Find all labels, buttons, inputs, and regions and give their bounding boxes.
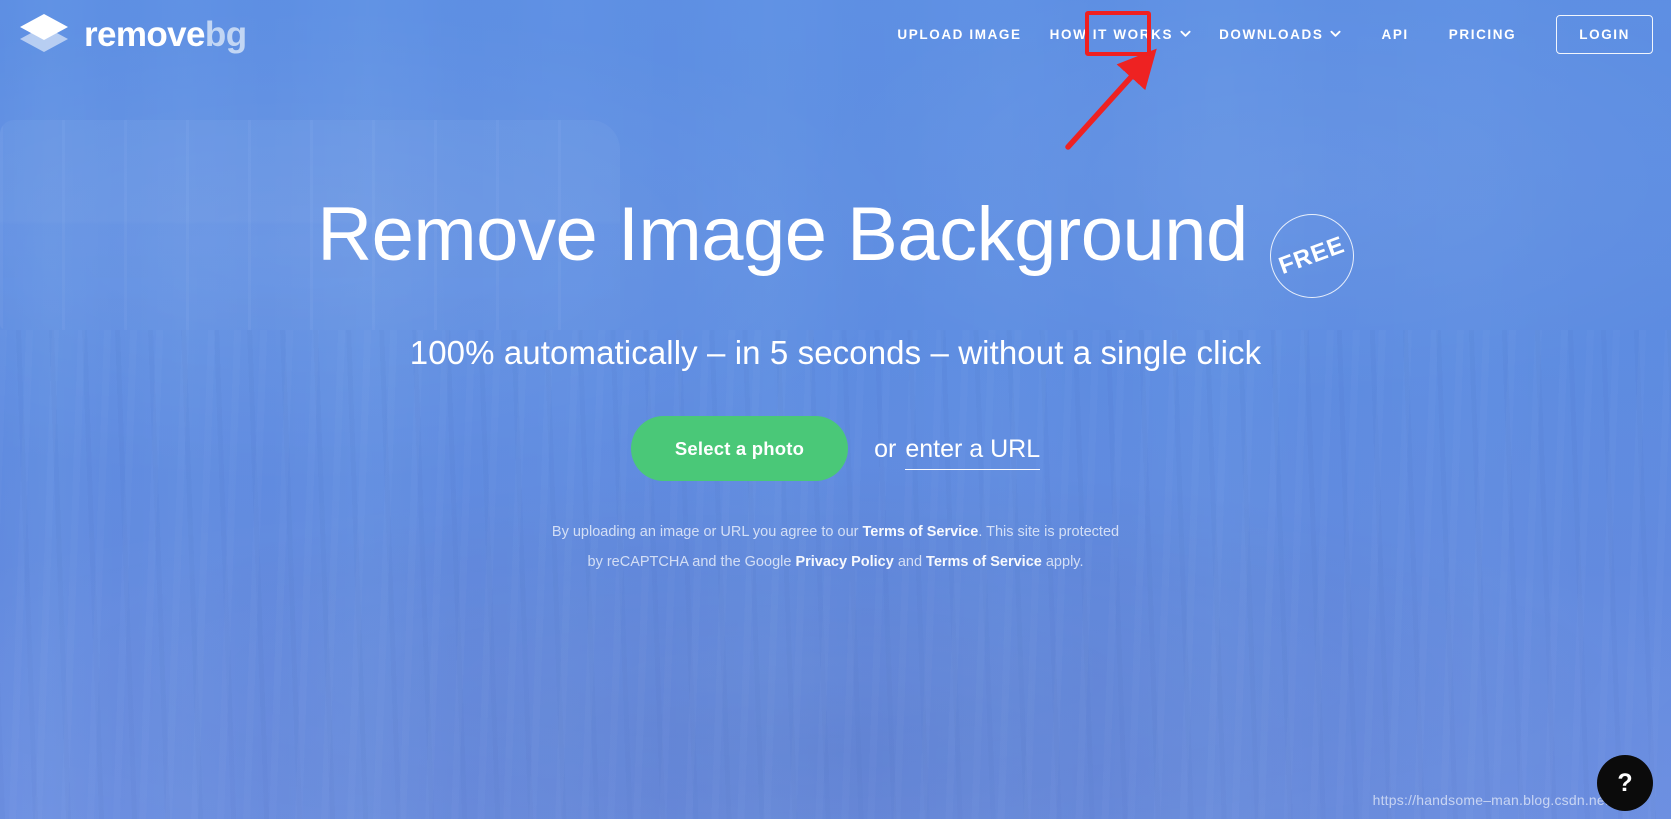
logo-word-bg: bg	[204, 14, 247, 54]
nav-label-api: API	[1381, 26, 1409, 42]
nav-label-pricing: PRICING	[1448, 26, 1517, 42]
legal-line2-mid: and	[893, 554, 927, 570]
legal-line1-prefix: By uploading an image or URL you agree t…	[551, 524, 863, 540]
nav-item-how-it-works[interactable]: HOW IT WORKS	[1036, 18, 1205, 51]
nav-label-downloads: DOWNLOADS	[1219, 26, 1324, 42]
logo-word-remove: remove	[84, 14, 206, 54]
select-a-photo-button[interactable]: Select a photo	[630, 416, 849, 481]
hero-section: Remove Image Background FREE 100% automa…	[0, 0, 1671, 819]
url-prefix-label: or	[874, 435, 897, 463]
nav-item-upload-image[interactable]: UPLOAD IMAGE	[883, 18, 1035, 51]
watermark-url: https://handsome–man.blog.csdn.net	[1372, 792, 1609, 808]
legal-disclaimer: By uploading an image or URL you agree t…	[552, 517, 1119, 577]
site-logo[interactable]: removebg	[16, 12, 247, 56]
legal-line1-suffix: . This site is protected	[978, 524, 1120, 540]
legal-line2-prefix: by reCAPTCHA and the Google	[587, 554, 796, 570]
login-button[interactable]: LOGIN	[1556, 14, 1653, 54]
nav-item-api[interactable]: API	[1367, 18, 1422, 51]
chevron-down-icon	[1180, 28, 1191, 39]
question-mark-icon: ?	[1617, 768, 1633, 797]
free-badge: FREE	[1269, 214, 1354, 298]
headline-row: Remove Image Background FREE	[317, 196, 1354, 298]
legal-line2-suffix: apply.	[1041, 554, 1084, 570]
nav-label-upload-image: UPLOAD IMAGE	[897, 26, 1022, 42]
nav-item-pricing[interactable]: PRICING	[1435, 18, 1530, 51]
layers-icon	[16, 12, 74, 56]
google-terms-of-service-link[interactable]: Terms of Service	[926, 554, 1042, 570]
free-badge-label: FREE	[1275, 231, 1349, 280]
enter-a-url-link[interactable]: enter a URL	[905, 435, 1041, 470]
site-header: removebg UPLOAD IMAGE HOW IT WORKS DOWNL…	[0, 0, 1671, 68]
chevron-down-icon	[1330, 28, 1342, 39]
page-subtitle: 100% automatically – in 5 seconds – with…	[409, 334, 1262, 371]
enter-url-row: or enter a URL	[874, 435, 1041, 470]
page-title: Remove Image Background	[317, 192, 1248, 277]
cta-row: Select a photo or enter a URL	[630, 416, 1041, 481]
logo-wordmark: removebg	[84, 14, 247, 54]
help-button[interactable]: ?	[1597, 755, 1653, 811]
main-navigation: UPLOAD IMAGE HOW IT WORKS DOWNLOADS API …	[883, 14, 1653, 54]
nav-item-downloads[interactable]: DOWNLOADS	[1205, 18, 1355, 51]
terms-of-service-link[interactable]: Terms of Service	[863, 524, 979, 540]
nav-label-how-it-works: HOW IT WORKS	[1049, 26, 1174, 42]
privacy-policy-link[interactable]: Privacy Policy	[795, 554, 893, 570]
